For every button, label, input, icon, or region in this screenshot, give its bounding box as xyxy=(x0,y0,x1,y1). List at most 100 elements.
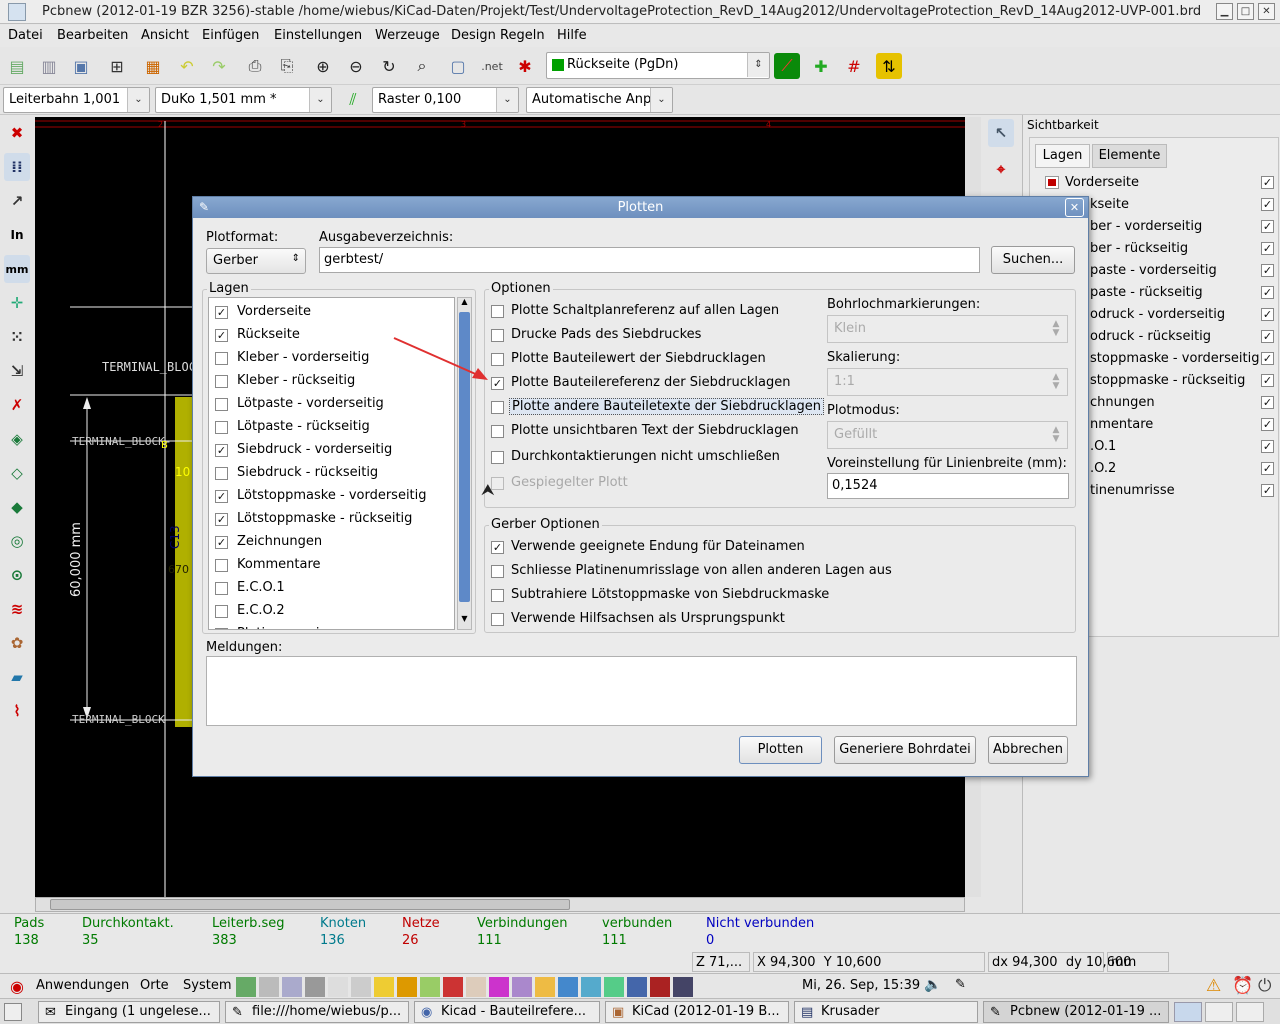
visibility-checkbox[interactable]: ✓ xyxy=(1261,242,1274,255)
tab-lagen[interactable]: Lagen xyxy=(1035,144,1090,168)
screen-icon[interactable] xyxy=(650,977,670,997)
track-sketch-icon[interactable]: ≋ xyxy=(4,595,30,623)
mail-icon[interactable] xyxy=(282,977,302,997)
workspace-2[interactable] xyxy=(1205,1002,1233,1022)
menu-design-regeln[interactable]: Design Regeln xyxy=(451,28,545,43)
visibility-checkbox[interactable]: ✓ xyxy=(1261,286,1274,299)
tab-elemente[interactable]: Elemente xyxy=(1092,144,1167,168)
layer-checkbox[interactable] xyxy=(215,398,228,411)
option-row[interactable]: Plotte unsichtbaren Text der Siebdruckla… xyxy=(491,421,821,443)
menu-einfuegen[interactable]: Einfügen xyxy=(202,28,259,43)
visibility-row[interactable]: Vorderseite ✓ xyxy=(1045,173,1277,193)
layer-list-item[interactable]: Lötpaste - vorderseitig xyxy=(209,394,454,416)
drc-off-icon[interactable]: ✖ xyxy=(4,119,30,147)
tex-icon[interactable] xyxy=(259,977,279,997)
redo-icon[interactable]: ↷ xyxy=(206,53,232,79)
via-size-select[interactable]: DuKo 1,501 mm * ⌄ xyxy=(155,87,332,113)
option-row[interactable]: Plotte Schaltplanreferenz auf allen Lage… xyxy=(491,301,821,323)
redraw-icon[interactable]: ↻ xyxy=(376,53,402,79)
layer-checkbox[interactable] xyxy=(215,375,228,388)
units-mm-icon[interactable]: mm xyxy=(4,255,30,283)
task-file[interactable]: ✎ file:///home/wiebus/p... xyxy=(225,1001,409,1023)
page-settings-icon[interactable]: ⊞ xyxy=(104,53,130,79)
pattern-icon[interactable] xyxy=(420,977,440,997)
terminal-icon[interactable] xyxy=(305,977,325,997)
cancel-button[interactable]: Abbrechen xyxy=(988,736,1068,764)
print-icon[interactable]: ⎙ xyxy=(242,53,268,79)
module-ratsnest-icon[interactable]: ⇲ xyxy=(4,357,30,385)
visibility-checkbox[interactable]: ✓ xyxy=(1261,176,1274,189)
layer-checkbox[interactable]: ✓ xyxy=(215,536,228,549)
layer-checkbox[interactable]: ✓ xyxy=(215,513,228,526)
menu-system[interactable]: System xyxy=(183,978,231,993)
swirl-icon[interactable] xyxy=(489,977,509,997)
layer-checkbox[interactable] xyxy=(215,352,228,365)
layer-list-item[interactable]: ✓ Lötstoppmaske - vorderseitig xyxy=(209,486,454,508)
gerber-option-row[interactable]: ✓ Verwende geeignete Endung für Dateiname… xyxy=(491,537,991,559)
task-krusader[interactable]: ▤ Krusader xyxy=(794,1001,978,1023)
task-pcbnew[interactable]: ✎ Pcbnew (2012-01-19 ... xyxy=(983,1001,1169,1023)
new-board-icon[interactable]: ▤ xyxy=(4,53,30,79)
thunderbird-icon[interactable] xyxy=(558,977,578,997)
pad-sketch-icon[interactable]: ◎ xyxy=(4,527,30,555)
browse-button[interactable]: Suchen... xyxy=(991,246,1075,274)
high-contrast-icon[interactable]: ✿ xyxy=(4,629,30,657)
autoplace-icon[interactable]: ✚ xyxy=(808,53,834,79)
netlist-icon[interactable]: .net xyxy=(479,53,505,79)
visibility-checkbox[interactable]: ✓ xyxy=(1261,330,1274,343)
module-editor-icon[interactable]: ▦ xyxy=(140,53,166,79)
gerber-option-checkbox[interactable] xyxy=(491,589,504,602)
save-board-icon[interactable]: ▣ xyxy=(68,53,94,79)
task-kicad-help[interactable]: ◉ Kicad - Bauteilrefere... xyxy=(414,1001,600,1023)
close-icon[interactable]: ✕ xyxy=(1258,3,1275,20)
option-checkbox[interactable] xyxy=(491,401,504,414)
layers-manager-icon[interactable]: ▰ xyxy=(4,663,30,691)
alarm-icon[interactable]: ⏰ xyxy=(1232,976,1253,996)
option-checkbox[interactable] xyxy=(491,305,504,318)
layer-list-item[interactable]: ✓ Siebdruck - vorderseitig xyxy=(209,440,454,462)
zoom-in-icon[interactable]: ⊕ xyxy=(310,53,336,79)
zone-display-icon[interactable]: ◈ xyxy=(4,425,30,453)
via-sketch-icon[interactable]: ⊙ xyxy=(4,561,30,589)
layer-checkbox[interactable] xyxy=(215,421,228,434)
undo-icon[interactable]: ↶ xyxy=(174,53,200,79)
visibility-checkbox[interactable]: ✓ xyxy=(1261,440,1274,453)
gerber-option-row[interactable]: Verwende Hilfsachsen als Ursprungspunkt xyxy=(491,609,991,631)
microwave-icon[interactable]: ⌇ xyxy=(4,697,30,725)
layer-list-item[interactable]: Kommentare xyxy=(209,555,454,577)
visibility-checkbox[interactable]: ✓ xyxy=(1261,374,1274,387)
drc-icon[interactable]: ✱ xyxy=(512,53,538,79)
gerber-option-checkbox[interactable]: ✓ xyxy=(491,541,504,554)
gerber-option-checkbox[interactable] xyxy=(491,613,504,626)
layer-checkbox[interactable] xyxy=(215,582,228,595)
dialog-close-icon[interactable]: ✕ xyxy=(1065,198,1084,217)
auto-track-width-icon[interactable]: ⫽ xyxy=(340,87,366,113)
tools-icon[interactable] xyxy=(397,977,417,997)
cursor-shape-icon[interactable]: ✛ xyxy=(4,289,30,317)
gerber-option-row[interactable]: Subtrahiere Lötstoppmaske von Siebdruckm… xyxy=(491,585,991,607)
warning-icon[interactable]: ⚠ xyxy=(1206,976,1221,996)
layer-list-item[interactable]: Lötpaste - rückseitig xyxy=(209,417,454,439)
option-row[interactable]: Plotte andere Bauteiletexte der Siebdruc… xyxy=(491,397,825,419)
layer-swap-icon[interactable]: ⇅ xyxy=(876,53,902,79)
option-row[interactable]: Plotte Bauteilewert der Siebdrucklagen xyxy=(491,349,821,371)
calculator-icon[interactable] xyxy=(236,977,256,997)
zoom-out-icon[interactable]: ⊖ xyxy=(343,53,369,79)
browser-icon[interactable] xyxy=(627,977,647,997)
layer-select[interactable]: Rückseite (PgDn) ⇕ xyxy=(546,52,770,79)
highlight-net-icon[interactable]: ⌖ xyxy=(988,155,1014,183)
visibility-checkbox[interactable]: ✓ xyxy=(1261,484,1274,497)
option-checkbox[interactable] xyxy=(491,451,504,464)
bird-icon[interactable] xyxy=(581,977,601,997)
layer-list-item[interactable]: ✓ Lötstoppmaske - rückseitig xyxy=(209,509,454,531)
scroll-thumb[interactable] xyxy=(50,899,570,910)
clipboard-icon[interactable]: ✎ xyxy=(955,977,966,992)
menu-datei[interactable]: Datei xyxy=(8,28,43,43)
visibility-checkbox[interactable]: ✓ xyxy=(1261,418,1274,431)
document-icon[interactable] xyxy=(466,977,486,997)
open-board-icon[interactable]: ▥ xyxy=(36,53,62,79)
horizontal-scrollbar[interactable] xyxy=(35,897,965,912)
scroll-down-icon[interactable]: ▼ xyxy=(458,614,471,628)
layer-checkbox[interactable]: ✓ xyxy=(215,628,228,629)
zone-fill-icon[interactable]: ◆ xyxy=(4,493,30,521)
